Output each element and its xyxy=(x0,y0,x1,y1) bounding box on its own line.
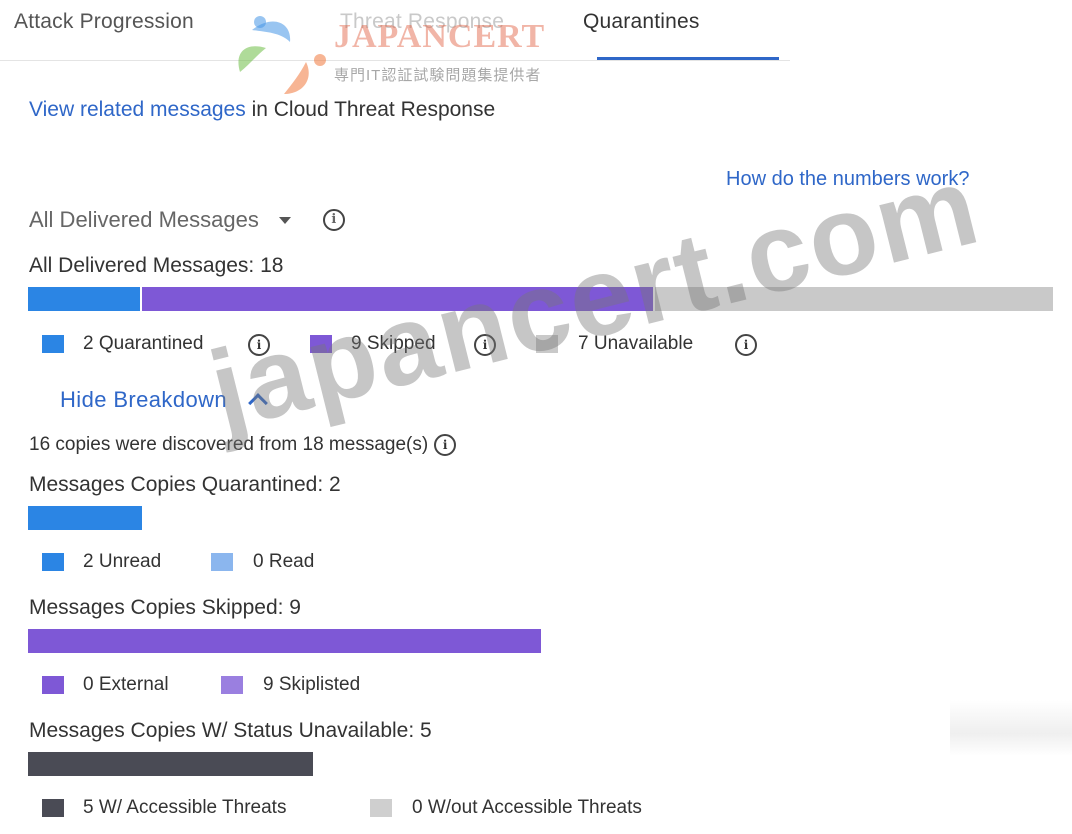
legend-unread: 2 Unread xyxy=(83,551,162,572)
info-icon[interactable]: i xyxy=(434,434,457,456)
legend-read: 0 Read xyxy=(253,551,315,572)
tab-attack-progression[interactable]: Attack Progression xyxy=(14,10,194,34)
view-related-messages-link[interactable]: View related messages xyxy=(29,98,246,121)
quarantined-copies-title: Messages Copies Quarantined: 2 xyxy=(29,473,341,496)
logo-subtitle: 専門IT認証試験問題集提供者 xyxy=(334,67,542,84)
logo-text: JAPANCERT xyxy=(334,18,546,55)
unavailable-copies-title: Messages Copies W/ Status Unavailable: 5 xyxy=(29,719,432,742)
info-icon[interactable]: i xyxy=(322,209,345,231)
legend-swatch-quarantined xyxy=(42,335,64,353)
message-filter-label: All Delivered Messages xyxy=(29,207,259,232)
caret-down-icon xyxy=(278,216,291,224)
summary-title: All Delivered Messages: 18 xyxy=(29,254,284,277)
legend-swatch-unread xyxy=(42,553,64,571)
corner-shade xyxy=(950,700,1072,756)
legend-external: 0 External xyxy=(83,674,169,695)
info-icon[interactable]: i xyxy=(735,334,757,356)
skipped-copies-title: Messages Copies Skipped: 9 xyxy=(29,596,301,619)
bar-segment-quarantined xyxy=(28,287,140,311)
message-filter-dropdown[interactable]: All Delivered Messages i xyxy=(29,207,345,233)
legend-swatch-external xyxy=(42,676,64,694)
legend-skiplisted: 9 Skiplisted xyxy=(263,674,361,695)
related-messages-suffix: in Cloud Threat Response xyxy=(245,98,496,121)
hide-breakdown-label: Hide Breakdown xyxy=(60,387,228,412)
logo-swirl-icon xyxy=(238,16,326,94)
legend-accessible-threats: 5 W/ Accessible Threats xyxy=(83,797,287,818)
skipped-copies-bar xyxy=(28,629,541,653)
japancert-logo: JAPANCERT 専門IT認証試験問題集提供者 xyxy=(232,12,612,102)
legend-swatch-skiplisted xyxy=(221,676,243,694)
quarantined-copies-bar xyxy=(28,506,142,530)
related-messages-line: View related messages in Cloud Threat Re… xyxy=(29,98,495,122)
legend-no-accessible-threats: 0 W/out Accessible Threats xyxy=(412,797,642,818)
unavailable-copies-bar xyxy=(28,752,313,776)
legend-quarantined: 2 Quarantined xyxy=(83,333,204,354)
legend-swatch-read xyxy=(211,553,233,571)
legend-swatch-accessible-threats xyxy=(42,799,64,817)
legend-swatch-no-accessible-threats xyxy=(370,799,392,817)
